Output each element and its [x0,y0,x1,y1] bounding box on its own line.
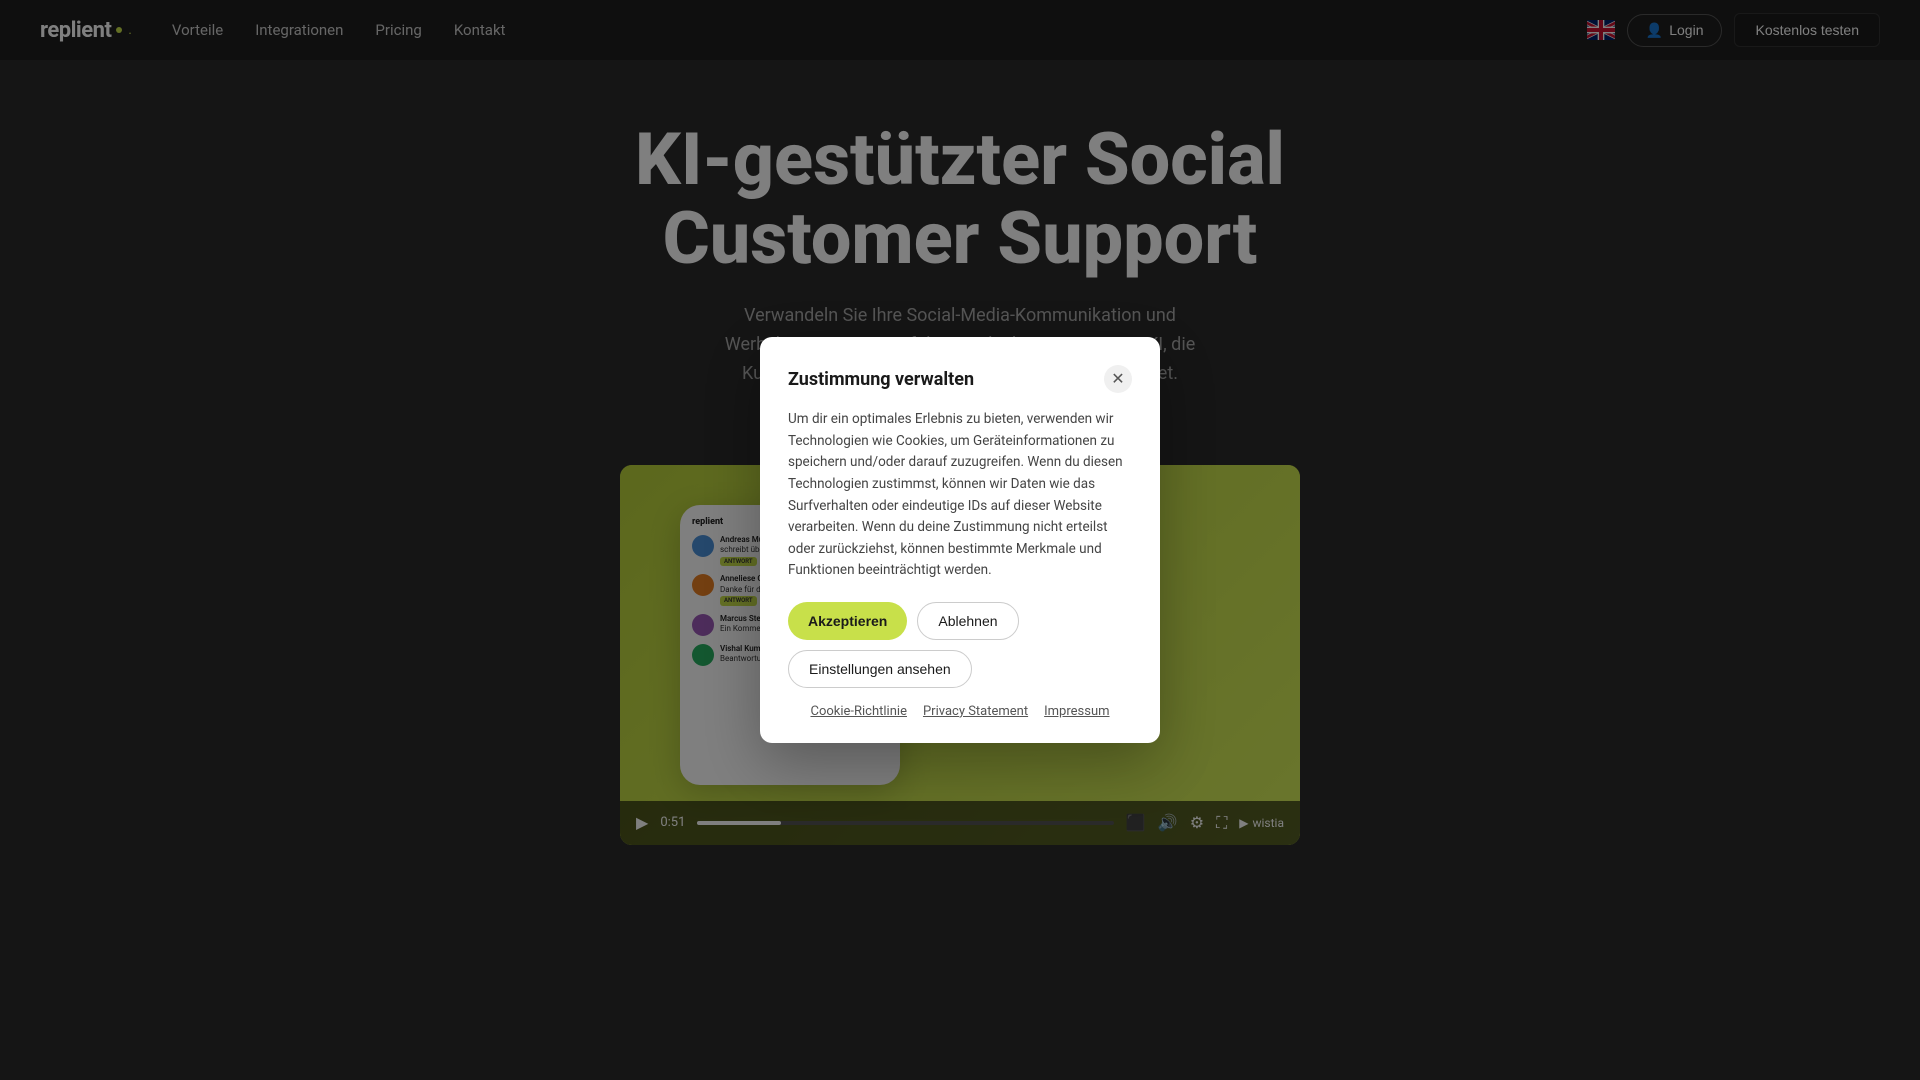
decline-button[interactable]: Ablehnen [917,602,1018,640]
modal-title: Zustimmung verwalten [788,369,974,390]
impressum-link[interactable]: Impressum [1044,704,1109,719]
modal-actions: Akzeptieren Ablehnen Einstellungen anseh… [788,602,1132,688]
close-modal-button[interactable]: ✕ [1104,365,1132,393]
cookie-modal: Zustimmung verwalten ✕ Um dir ein optima… [760,337,1160,743]
accept-button[interactable]: Akzeptieren [788,602,907,640]
modal-overlay: Zustimmung verwalten ✕ Um dir ein optima… [0,0,1920,1080]
modal-header: Zustimmung verwalten ✕ [788,365,1132,393]
modal-links: Cookie-Richtlinie Privacy Statement Impr… [788,704,1132,719]
modal-body: Um dir ein optimales Erlebnis zu bieten,… [788,409,1132,582]
cookie-policy-link[interactable]: Cookie-Richtlinie [810,704,906,719]
privacy-statement-link[interactable]: Privacy Statement [923,704,1028,719]
settings-button[interactable]: Einstellungen ansehen [788,650,972,688]
